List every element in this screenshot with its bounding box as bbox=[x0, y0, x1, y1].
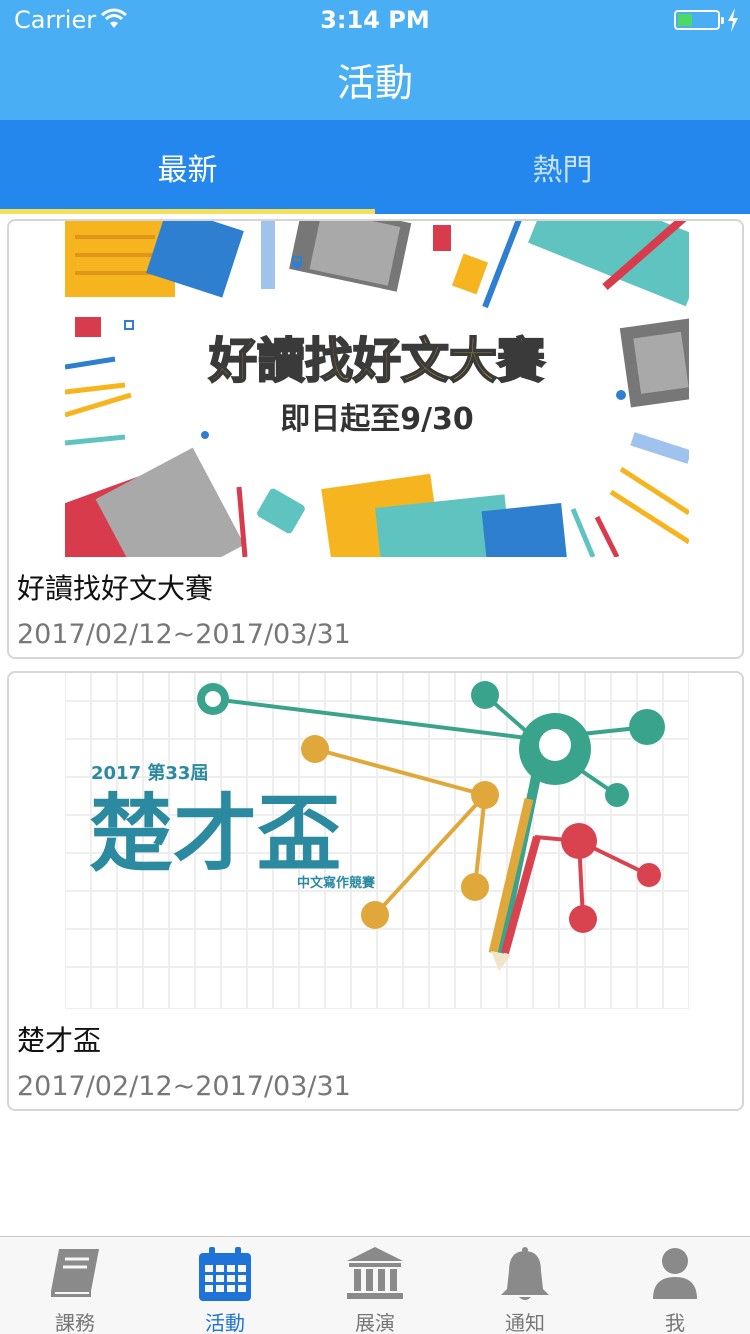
tab-bar-label: 展演 bbox=[355, 1311, 395, 1334]
tab-popular[interactable]: 熱門 bbox=[375, 120, 750, 214]
tab-latest[interactable]: 最新 bbox=[0, 120, 375, 214]
tab-bar-item-notifications[interactable]: 通知 bbox=[450, 1237, 600, 1334]
tab-bar-item-exhibitions[interactable]: 展演 bbox=[300, 1237, 450, 1334]
activity-date-range: 2017/02/12~2017/03/31 bbox=[17, 619, 351, 650]
status-bar: Carrier 3:14 PM bbox=[0, 0, 750, 40]
activity-title: 楚才盃 bbox=[17, 1024, 102, 1057]
activity-card[interactable]: 好讀找好文大賽 即日起至9/30 好讀找好文大賽 2017/02/12~2017… bbox=[7, 219, 744, 659]
charging-icon bbox=[728, 8, 738, 32]
museum-icon bbox=[347, 1247, 403, 1299]
calendar-icon bbox=[199, 1247, 251, 1301]
person-icon bbox=[653, 1248, 697, 1299]
tab-bar-label: 活動 bbox=[205, 1311, 245, 1334]
banner-headline: 楚才盃 bbox=[89, 785, 341, 883]
bell-icon bbox=[501, 1247, 549, 1300]
banner-subline: 中文寫作競賽 bbox=[297, 875, 376, 891]
activity-card[interactable]: 2017 第33屆 楚才盃 中文寫作競賽 楚才盃 2017/02/12~2017… bbox=[7, 671, 744, 1111]
banner-subline: 即日起至9/30 bbox=[280, 402, 474, 437]
book-icon bbox=[51, 1249, 99, 1297]
tab-bar-label: 課務 bbox=[55, 1311, 95, 1334]
page-title: 活動 bbox=[336, 61, 413, 105]
banner-year-edition: 2017 第33屆 bbox=[91, 762, 208, 784]
banner-headline: 好讀找好文大賽 bbox=[208, 333, 545, 389]
battery-icon bbox=[674, 10, 724, 30]
segment-tabs: 最新 熱門 bbox=[0, 120, 750, 214]
tab-bar-label: 我 bbox=[665, 1311, 685, 1334]
tab-bar-item-courses[interactable]: 課務 bbox=[0, 1237, 150, 1334]
bottom-tab-bar: 課務 活動 展演 通知 我 bbox=[0, 1236, 750, 1334]
tab-bar-item-activities[interactable]: 活動 bbox=[150, 1237, 300, 1334]
tab-bar-item-me[interactable]: 我 bbox=[600, 1237, 750, 1334]
status-time: 3:14 PM bbox=[320, 6, 430, 34]
tab-bar-label: 通知 bbox=[505, 1311, 545, 1334]
activity-title: 好讀找好文大賽 bbox=[17, 572, 214, 605]
activity-banner-image: 好讀找好文大賽 即日起至9/30 bbox=[65, 221, 689, 557]
navigation-bar: 活動 bbox=[0, 40, 750, 120]
activity-banner-image: 2017 第33屆 楚才盃 中文寫作競賽 bbox=[65, 673, 689, 1009]
activity-date-range: 2017/02/12~2017/03/31 bbox=[17, 1071, 351, 1102]
